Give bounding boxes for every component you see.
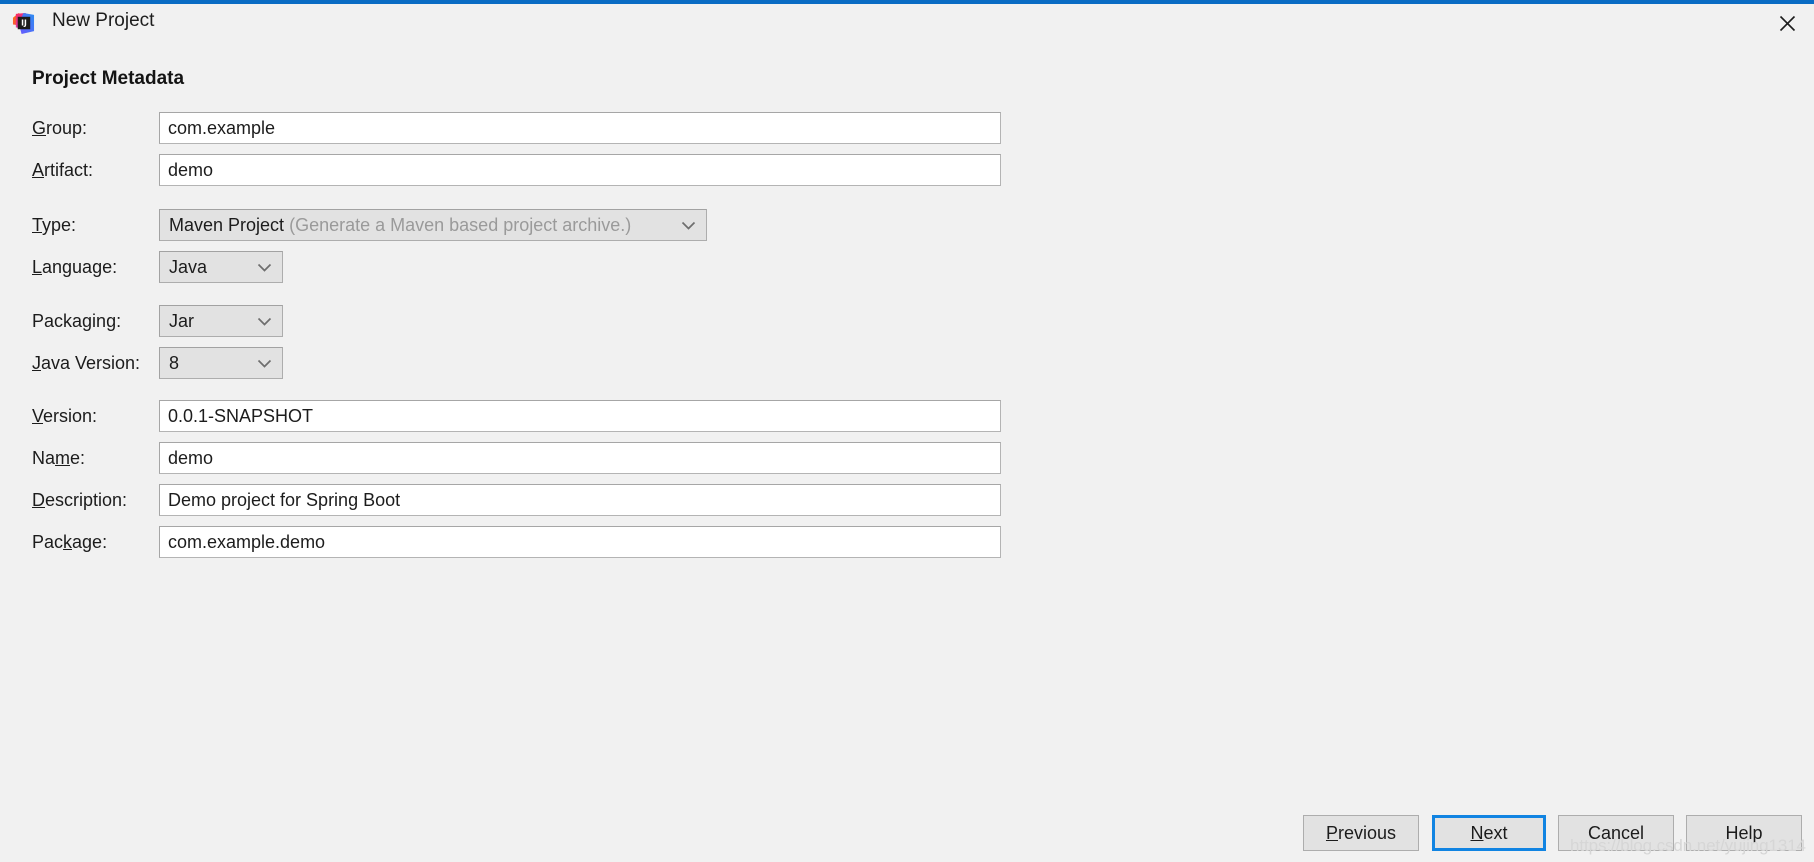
- description-input[interactable]: [159, 484, 1001, 516]
- java-version-dropdown[interactable]: 8: [159, 347, 283, 379]
- chevron-down-icon: [257, 311, 272, 332]
- type-dropdown[interactable]: Maven Project (Generate a Maven based pr…: [159, 209, 707, 241]
- help-button[interactable]: Help: [1686, 815, 1802, 851]
- previous-button[interactable]: Previous: [1303, 815, 1419, 851]
- artifact-input[interactable]: [159, 154, 1001, 186]
- type-label: Type:: [32, 215, 77, 235]
- packaging-dropdown-value: Jar: [169, 310, 195, 331]
- group-input[interactable]: [159, 112, 1001, 144]
- version-label: Version:: [32, 406, 98, 426]
- version-input[interactable]: [159, 400, 1001, 432]
- description-label: Description:: [32, 490, 128, 510]
- close-icon: [1778, 14, 1797, 33]
- name-label: Name:: [32, 448, 86, 468]
- package-input[interactable]: [159, 526, 1001, 558]
- java-version-dropdown-value: 8: [169, 352, 180, 373]
- language-label: Language:: [32, 257, 118, 277]
- intellij-idea-logo-icon: IJ: [12, 12, 35, 35]
- chevron-down-icon: [681, 215, 696, 236]
- cancel-button[interactable]: Cancel: [1558, 815, 1674, 851]
- next-button[interactable]: Next: [1432, 815, 1546, 851]
- svg-text:IJ: IJ: [21, 19, 27, 28]
- name-input[interactable]: [159, 442, 1001, 474]
- title-bar: IJ New Project: [0, 4, 1814, 42]
- group-label: Group:: [32, 118, 88, 138]
- java-version-label: Java Version:: [32, 353, 141, 373]
- package-label: Package:: [32, 532, 108, 552]
- packaging-dropdown[interactable]: Jar: [159, 305, 283, 337]
- language-dropdown-value: Java: [169, 256, 208, 277]
- type-dropdown-value: Maven Project: [169, 214, 285, 235]
- language-dropdown[interactable]: Java: [159, 251, 283, 283]
- window-title: New Project: [52, 10, 155, 31]
- packaging-label: Packaging:: [32, 311, 122, 331]
- chevron-down-icon: [257, 353, 272, 374]
- artifact-label: Artifact:: [32, 160, 94, 180]
- chevron-down-icon: [257, 257, 272, 278]
- type-dropdown-hint: (Generate a Maven based project archive.…: [289, 214, 632, 235]
- close-button[interactable]: [1760, 4, 1814, 42]
- section-heading: Project Metadata: [32, 68, 185, 89]
